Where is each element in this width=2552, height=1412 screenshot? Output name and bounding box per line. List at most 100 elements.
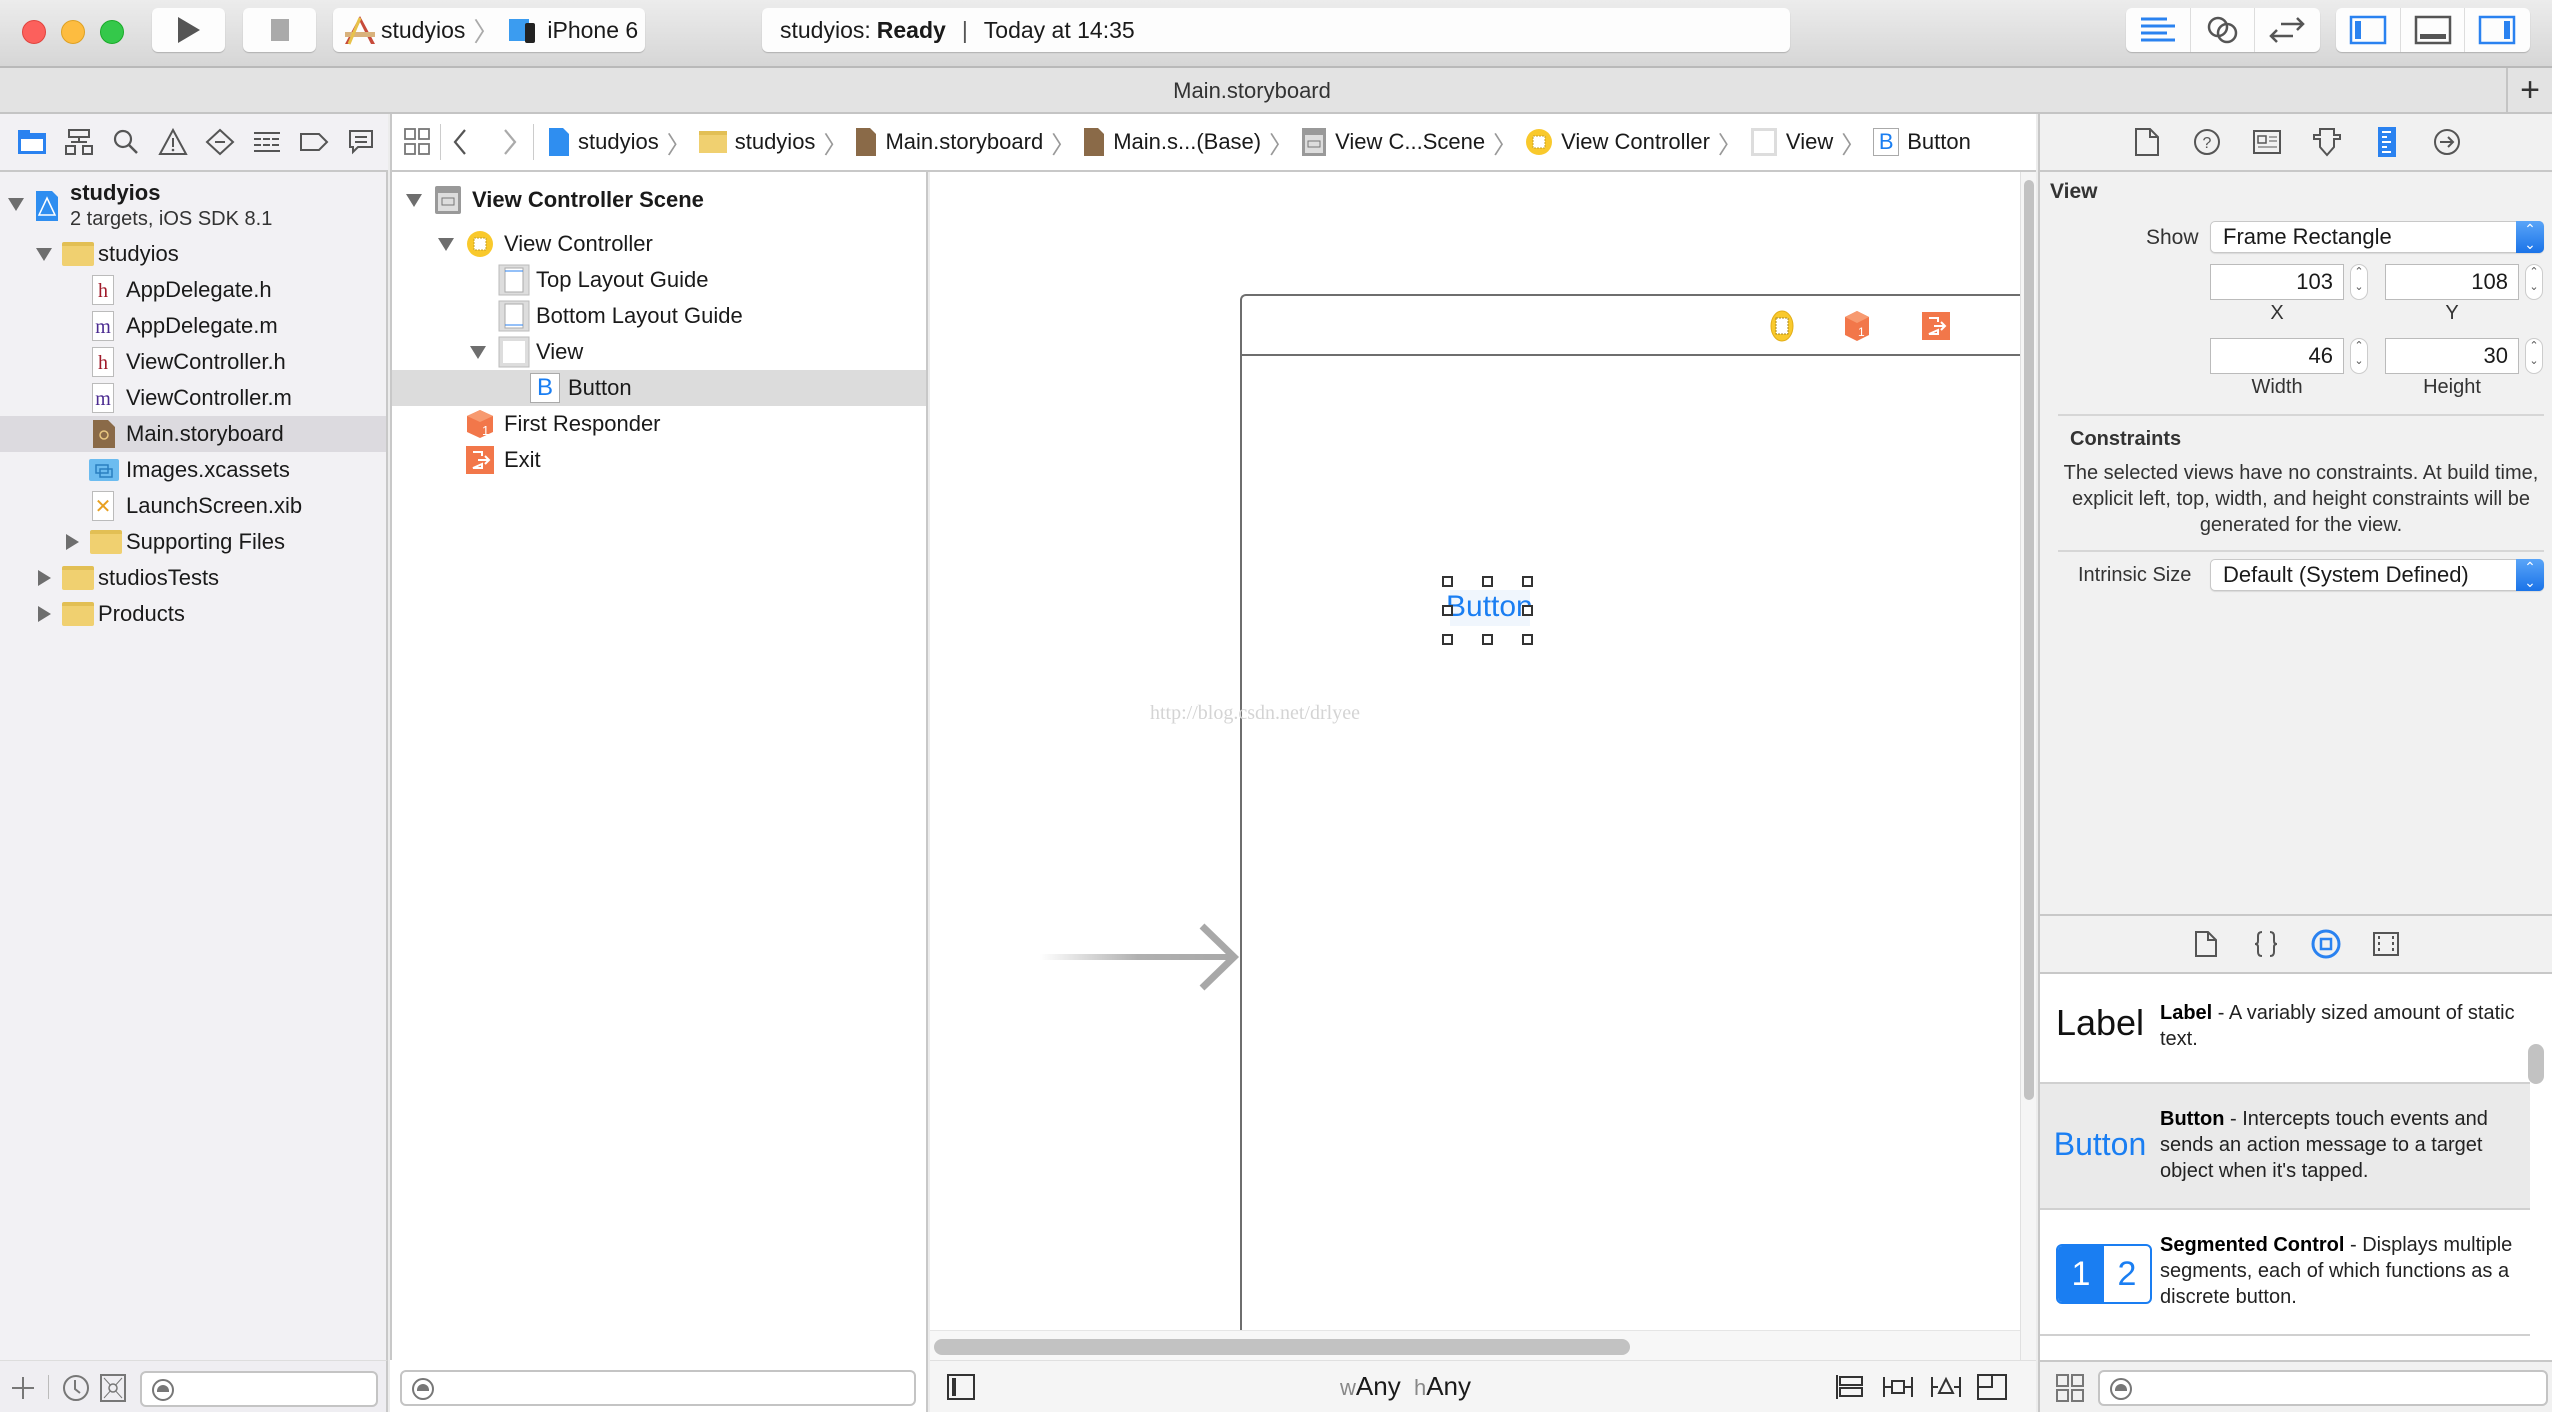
navigator-item-images-xcassets[interactable]: Images.xcassets <box>0 452 386 488</box>
disclosure-expanded-icon[interactable] <box>470 346 486 359</box>
outline-item-view-controller[interactable]: View Controller <box>392 226 926 262</box>
outline-filter-input[interactable] <box>400 1370 916 1406</box>
outline-item-first-responder[interactable]: 1 First Responder <box>392 406 926 442</box>
disclosure-expanded-icon[interactable] <box>8 198 24 211</box>
minimize-window-button[interactable] <box>61 20 85 44</box>
resize-handle-top[interactable] <box>1482 576 1493 587</box>
align-icon[interactable] <box>1834 1373 1866 1401</box>
height-field[interactable]: 30 <box>2385 338 2519 374</box>
add-tab-button[interactable]: + <box>2506 68 2552 114</box>
recent-files-clock-icon[interactable] <box>62 1374 90 1402</box>
pin-icon[interactable] <box>1882 1373 1914 1401</box>
disclosure-collapsed-icon[interactable] <box>38 570 51 586</box>
back-arrow-icon[interactable] <box>451 127 471 157</box>
navigator-item-supporting-files[interactable]: Supporting Files <box>0 524 386 560</box>
breadcrumb-storyboard[interactable]: Main.storyboard <box>855 127 1043 157</box>
resize-handle-top-left[interactable] <box>1442 576 1453 587</box>
height-stepper[interactable]: ⌃ ⌄ <box>2525 338 2543 374</box>
breadcrumb-view[interactable]: View <box>1750 127 1833 157</box>
canvas-horizontal-scrollbar[interactable] <box>930 1330 2020 1360</box>
add-icon[interactable] <box>10 1375 36 1401</box>
scheme-selector[interactable]: studyios 〉 iPhone 6 <box>333 8 645 52</box>
scrollbar-thumb[interactable] <box>2024 180 2034 1100</box>
breadcrumb-scene[interactable]: View C...Scene <box>1301 127 1485 157</box>
code-snippet-library-tab[interactable] <box>2247 925 2285 963</box>
close-window-button[interactable] <box>22 20 46 44</box>
view-controller-scene-frame[interactable]: 1 Button <box>1240 294 2020 1330</box>
navigator-item-studyios-folder[interactable]: studyios <box>0 236 386 272</box>
outline-item-scene[interactable]: View Controller Scene <box>392 182 926 218</box>
dock-first-responder-icon[interactable]: 1 <box>1844 310 1870 342</box>
assistant-editor-button[interactable] <box>2191 8 2255 52</box>
disclosure-collapsed-icon[interactable] <box>66 534 79 550</box>
debug-navigator-tab[interactable] <box>243 122 290 162</box>
outline-item-button[interactable]: B Button <box>392 370 926 406</box>
storyboard-canvas[interactable]: 1 Button http://blog.csdn.net/drlyee <box>930 172 2020 1330</box>
attributes-inspector-tab[interactable] <box>2308 123 2346 161</box>
identity-inspector-tab[interactable] <box>2248 123 2286 161</box>
scrollbar-thumb[interactable] <box>934 1339 1630 1355</box>
quick-help-inspector-tab[interactable]: ? <box>2188 123 2226 161</box>
navigator-item-viewcontroller-m[interactable]: m ViewController.m <box>0 380 386 416</box>
tab-main-storyboard[interactable]: Main.storyboard <box>0 68 2504 114</box>
outline-item-top-layout-guide[interactable]: Top Layout Guide <box>392 262 926 298</box>
related-items-icon[interactable] <box>404 128 430 156</box>
outline-item-bottom-layout-guide[interactable]: Bottom Layout Guide <box>392 298 926 334</box>
selected-button[interactable]: Button <box>1442 576 1534 645</box>
breadcrumb-button[interactable]: B Button <box>1873 128 1971 156</box>
navigator-item-viewcontroller-h[interactable]: h ViewController.h <box>0 344 386 380</box>
breadcrumb-view-controller[interactable]: View Controller <box>1525 128 1710 156</box>
navigator-item-products[interactable]: Products <box>0 596 386 632</box>
utilities-toggle-button[interactable] <box>2465 8 2529 52</box>
library-item-button[interactable]: Button Button - Intercepts touch events … <box>2040 1084 2530 1210</box>
navigator-toggle-button[interactable] <box>2336 8 2401 52</box>
navigator-item-appdelegate-h[interactable]: h AppDelegate.h <box>0 272 386 308</box>
project-navigator-tab[interactable] <box>8 122 55 162</box>
navigator-item-appdelegate-m[interactable]: m AppDelegate.m <box>0 308 386 344</box>
width-stepper[interactable]: ⌃ ⌄ <box>2350 338 2368 374</box>
debug-area-toggle-button[interactable] <box>2401 8 2465 52</box>
library-scrollbar-thumb[interactable] <box>2528 1044 2544 1084</box>
resize-handle-top-right[interactable] <box>1522 576 1533 587</box>
resize-handle-right[interactable] <box>1522 605 1533 616</box>
dock-exit-icon[interactable] <box>1922 312 1950 340</box>
navigator-item-launchscreen-xib[interactable]: ✕ LaunchScreen.xib <box>0 488 386 524</box>
resize-handle-bottom-left[interactable] <box>1442 634 1453 645</box>
show-outline-toggle-icon[interactable] <box>946 1373 976 1403</box>
object-library-tab[interactable] <box>2307 925 2345 963</box>
resize-handle-bottom[interactable] <box>1482 634 1493 645</box>
show-popup[interactable]: Frame Rectangle ⌃ ⌄ <box>2210 221 2544 253</box>
library-item-label[interactable]: Label Label - A variably sized amount of… <box>2040 976 2530 1084</box>
outline-item-view[interactable]: View <box>392 334 926 370</box>
source-control-filter-icon[interactable] <box>100 1374 126 1402</box>
resize-handle-bottom-right[interactable] <box>1522 634 1533 645</box>
breadcrumb-group[interactable]: studyios <box>698 129 815 155</box>
dock-view-controller-icon[interactable] <box>1770 310 1794 342</box>
zoom-window-button[interactable] <box>100 20 124 44</box>
resolve-auto-layout-icon[interactable] <box>1930 1373 1962 1401</box>
resize-handle-left[interactable] <box>1442 605 1453 616</box>
project-root-item[interactable]: studyios 2 targets, iOS SDK 8.1 <box>0 176 386 236</box>
file-template-library-tab[interactable] <box>2187 925 2225 963</box>
issue-navigator-tab[interactable] <box>149 122 196 162</box>
canvas-vertical-scrollbar[interactable] <box>2020 172 2036 1360</box>
run-button[interactable] <box>152 8 225 52</box>
standard-editor-button[interactable] <box>2126 8 2191 52</box>
breakpoint-navigator-tab[interactable] <box>290 122 337 162</box>
navigator-item-studyiostests[interactable]: studiosTests <box>0 560 386 596</box>
x-field[interactable]: 103 <box>2210 264 2344 300</box>
outline-item-exit[interactable]: Exit <box>392 442 926 478</box>
find-navigator-tab[interactable] <box>102 122 149 162</box>
stop-button[interactable] <box>243 8 316 52</box>
grid-view-icon[interactable] <box>2056 1374 2084 1402</box>
library-filter-input[interactable] <box>2098 1370 2548 1406</box>
media-library-tab[interactable] <box>2367 925 2405 963</box>
x-stepper[interactable]: ⌃ ⌄ <box>2350 264 2368 300</box>
report-navigator-tab[interactable] <box>337 122 384 162</box>
y-stepper[interactable]: ⌃ ⌄ <box>2525 264 2543 300</box>
forward-arrow-icon[interactable] <box>499 127 519 157</box>
intrinsic-size-popup[interactable]: Default (System Defined) ⌃ ⌄ <box>2210 559 2544 591</box>
disclosure-expanded-icon[interactable] <box>36 248 52 261</box>
navigator-filter-input[interactable] <box>140 1371 378 1407</box>
test-navigator-tab[interactable] <box>196 122 243 162</box>
